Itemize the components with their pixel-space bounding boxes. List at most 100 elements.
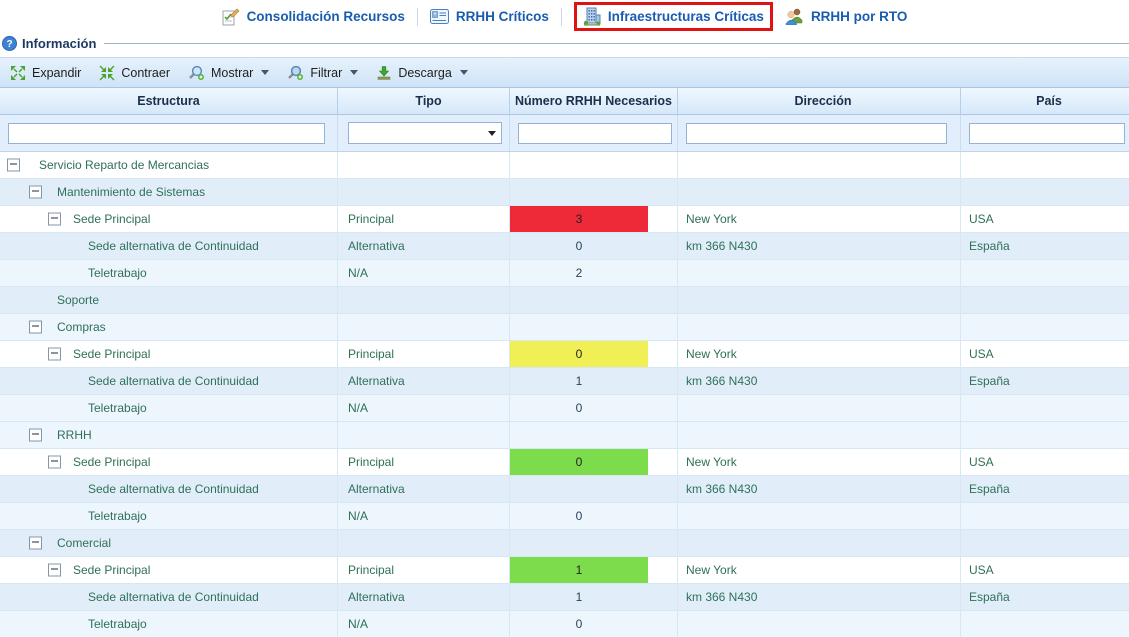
direccion-cell bbox=[678, 152, 961, 178]
table-row[interactable]: Sede alternativa de ContinuidadAlternati… bbox=[0, 476, 1129, 503]
tab-rrhh-por-rto[interactable]: RRHH por RTO bbox=[785, 8, 908, 25]
pais-cell bbox=[961, 287, 1129, 313]
table-row[interactable]: Sede alternativa de ContinuidadAlternati… bbox=[0, 368, 1129, 395]
pais-cell bbox=[961, 179, 1129, 205]
numero-cell: 0 bbox=[510, 611, 678, 637]
table-row[interactable]: Teletrabajo N/A0 bbox=[0, 395, 1129, 422]
numero-value: 0 bbox=[510, 233, 648, 259]
numero-value bbox=[510, 287, 648, 313]
tree-collapse-icon[interactable] bbox=[29, 186, 42, 199]
column-header-tipo[interactable]: Tipo bbox=[338, 88, 510, 114]
tipo-cell bbox=[338, 179, 510, 205]
pais-cell bbox=[961, 611, 1129, 637]
table-row[interactable]: TeletrabajoN/A2 bbox=[0, 260, 1129, 287]
tree-collapse-icon[interactable] bbox=[29, 537, 42, 550]
estructura-filter-input[interactable] bbox=[8, 123, 325, 144]
table-row[interactable]: Sede PrincipalPrincipal3New YorkUSA bbox=[0, 206, 1129, 233]
tree-collapse-icon[interactable] bbox=[29, 321, 42, 334]
tree-node-label: Teletrabajo bbox=[88, 401, 147, 415]
table-row[interactable]: Mantenimiento de Sistemas bbox=[0, 179, 1129, 206]
numero-cell bbox=[510, 314, 678, 340]
toolbar-button-label: Expandir bbox=[32, 66, 81, 80]
table-row[interactable]: Sede alternativa de ContinuidadAlternati… bbox=[0, 233, 1129, 260]
column-header-pais[interactable]: País bbox=[961, 88, 1129, 114]
tree-node-label: Sede alternativa de Continuidad bbox=[88, 482, 259, 496]
tree-collapse-icon[interactable] bbox=[29, 429, 42, 442]
pais-filter-input[interactable] bbox=[969, 123, 1125, 144]
tree-collapse-icon[interactable] bbox=[7, 159, 20, 172]
numero-cell bbox=[510, 530, 678, 556]
tree-collapse-icon[interactable] bbox=[48, 564, 61, 577]
tree-node-label: Sede alternativa de Continuidad bbox=[88, 374, 259, 388]
direccion-cell bbox=[678, 179, 961, 205]
pais-cell bbox=[961, 260, 1129, 286]
collapse-all-icon bbox=[99, 65, 115, 81]
numero-filter-input[interactable] bbox=[518, 123, 672, 144]
table-row[interactable]: Soporte bbox=[0, 287, 1129, 314]
direccion-filter-input[interactable] bbox=[686, 123, 947, 144]
table-row[interactable]: Sede alternativa de Continuidad Alternati… bbox=[0, 584, 1129, 611]
tipo-filter-select[interactable] bbox=[348, 122, 502, 144]
direccion-cell bbox=[678, 395, 961, 421]
tipo-cell bbox=[338, 314, 510, 340]
download-button[interactable]: Descarga bbox=[376, 65, 468, 81]
pais-cell bbox=[961, 503, 1129, 529]
table-row[interactable]: Comercial bbox=[0, 530, 1129, 557]
collapse-button[interactable]: Contraer bbox=[99, 65, 170, 81]
table-header-row: Estructura Tipo Número RRHH Necesarios D… bbox=[0, 88, 1129, 115]
tree-collapse-icon[interactable] bbox=[48, 213, 61, 226]
table-row[interactable]: RRHH bbox=[0, 422, 1129, 449]
numero-value: 1 bbox=[510, 584, 648, 610]
tree-node-label: RRHH bbox=[57, 428, 92, 442]
download-icon bbox=[376, 65, 392, 81]
select-dropdown-icon bbox=[488, 131, 496, 136]
tree-node-label: Teletrabajo bbox=[88, 617, 147, 631]
direccion-cell: New York bbox=[678, 557, 961, 583]
tree-collapse-icon[interactable] bbox=[48, 348, 61, 361]
table-row[interactable]: TeletrabajoN/A0 bbox=[0, 503, 1129, 530]
tipo-cell: Principal bbox=[338, 449, 510, 475]
expand-button[interactable]: Expandir bbox=[10, 65, 81, 81]
column-header-numero-rrhh[interactable]: Número RRHH Necesarios bbox=[510, 88, 678, 114]
direccion-cell: km 366 N430 bbox=[678, 476, 961, 502]
table-row[interactable]: Sede PrincipalPrincipal0New YorkUSA bbox=[0, 449, 1129, 476]
numero-cell bbox=[510, 422, 678, 448]
table-body: Servicio Reparto de Mercancias Mantenimie… bbox=[0, 152, 1129, 637]
show-columns-button[interactable]: Mostrar bbox=[188, 65, 269, 81]
column-header-direccion[interactable]: Dirección bbox=[678, 88, 961, 114]
filter-button[interactable]: Filtrar bbox=[287, 65, 358, 81]
table-row[interactable]: Compras bbox=[0, 314, 1129, 341]
chevron-down-icon bbox=[460, 70, 468, 75]
table-row[interactable]: Servicio Reparto de Mercancias bbox=[0, 152, 1129, 179]
numero-value: 0 bbox=[510, 395, 648, 421]
building-icon bbox=[583, 7, 601, 26]
chevron-down-icon bbox=[350, 70, 358, 75]
column-header-estructura[interactable]: Estructura bbox=[0, 88, 338, 114]
tipo-cell: N/A bbox=[338, 395, 510, 421]
tab-divider bbox=[417, 8, 418, 26]
numero-value bbox=[510, 152, 648, 178]
tab-consolidacion-recursos[interactable]: Consolidación Recursos bbox=[222, 8, 405, 26]
table-row[interactable]: Teletrabajo N/A0 bbox=[0, 611, 1129, 637]
tree-node-label: Sede alternativa de Continuidad bbox=[88, 590, 259, 604]
tree-collapse-icon[interactable] bbox=[48, 456, 61, 469]
direccion-cell bbox=[678, 260, 961, 286]
tree-node-label: Sede Principal bbox=[73, 347, 150, 361]
table-row[interactable]: Sede PrincipalPrincipal0New YorkUSA bbox=[0, 341, 1129, 368]
tree-node-label: Comercial bbox=[57, 536, 111, 550]
table-row[interactable]: Sede PrincipalPrincipal1New YorkUSA bbox=[0, 557, 1129, 584]
expand-all-icon bbox=[10, 65, 26, 81]
tree-node-label: Mantenimiento de Sistemas bbox=[57, 185, 205, 199]
direccion-cell: New York bbox=[678, 341, 961, 367]
tab-infraestructuras-criticas[interactable]: Infraestructuras Críticas bbox=[574, 2, 773, 31]
pais-cell bbox=[961, 152, 1129, 178]
people-icon bbox=[785, 8, 804, 25]
numero-value: 0 bbox=[510, 503, 648, 529]
tree-node-label: Sede Principal bbox=[73, 455, 150, 469]
tipo-cell: Alternativa bbox=[338, 584, 510, 610]
tipo-cell bbox=[338, 530, 510, 556]
help-icon[interactable]: ? bbox=[2, 36, 17, 51]
tab-rrhh-criticos[interactable]: RRHH Críticos bbox=[430, 9, 549, 24]
tipo-cell: N/A bbox=[338, 611, 510, 637]
numero-cell: 1 bbox=[510, 368, 678, 394]
